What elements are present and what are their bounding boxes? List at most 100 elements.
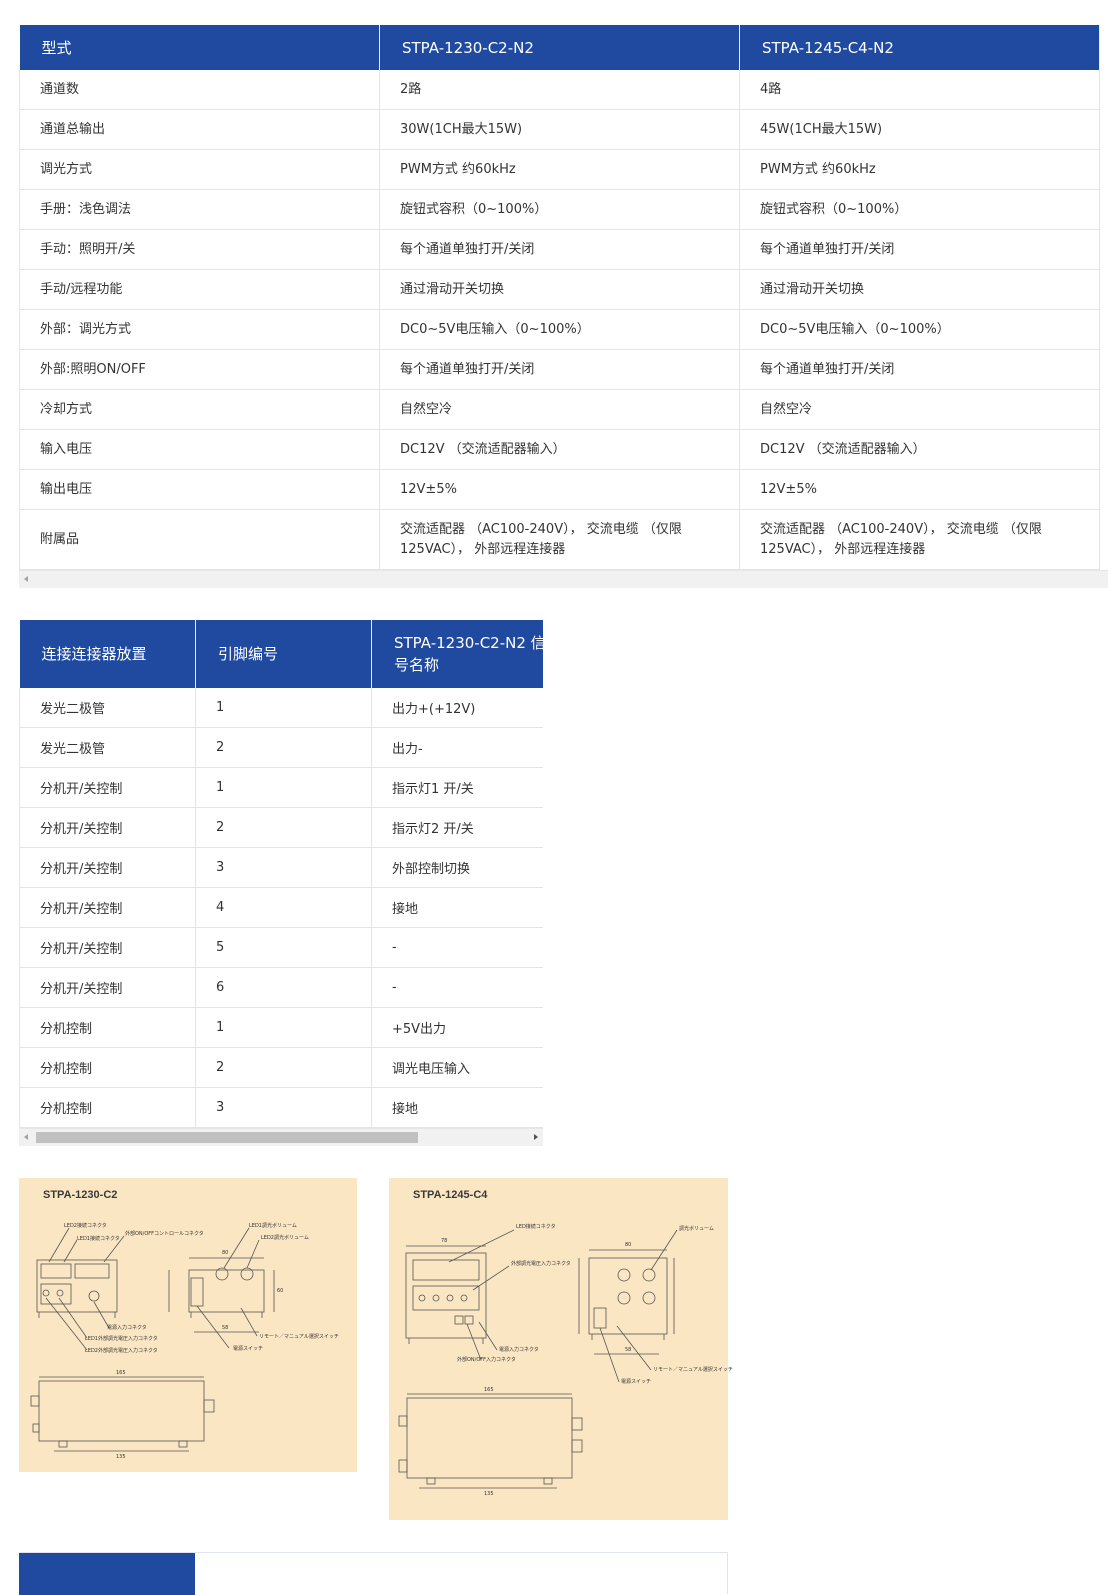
spec-cell: DC0~5V电压输入（0~100%） xyxy=(739,309,1100,350)
spec-table-row: 输出电压 12V±5% 12V±5% xyxy=(19,469,1100,510)
pin-number-cell: 1 xyxy=(195,1007,372,1048)
spec-cell: PWM方式 约60kHz xyxy=(739,149,1100,190)
spec-table-scrollbar[interactable] xyxy=(19,570,1108,588)
spec-cell: 交流适配器 （AC100-240V）， 交流电缆 （仅限125VAC）， 外部远… xyxy=(739,509,1100,570)
drawing-1245-svg xyxy=(398,1229,678,1489)
pin-table-row: 分机控制 2 调光电压输入 xyxy=(19,1047,543,1088)
scroll-left-arrow-icon[interactable] xyxy=(24,1134,28,1140)
dim-165: 165 xyxy=(116,1370,126,1376)
spec-table-row: 手动：照明开/关 每个通道单独打开/关闭 每个通道单独打开/关闭 xyxy=(19,229,1100,270)
spec-cell: 旋钮式容积（0~100%） xyxy=(379,189,740,230)
pin-table-row: 分机控制 1 +5V出力 xyxy=(19,1007,543,1048)
label-ext-onoff: 外部ON/OFF入力コネクタ xyxy=(457,1357,516,1363)
scroll-right-arrow-icon[interactable] xyxy=(534,1134,538,1140)
spec-row-label: 输出电压 xyxy=(19,469,380,510)
pin-connector-cell: 发光二极管 xyxy=(19,727,196,768)
spec-table-row: 手册：浅色调法 旋钮式容积（0~100%） 旋钮式容积（0~100%） xyxy=(19,189,1100,230)
pin-number-cell: 2 xyxy=(195,1047,372,1088)
spec-row-label: 通道总输出 xyxy=(19,109,380,150)
pin-number-cell: 3 xyxy=(195,847,372,888)
spec-row-label: 输入电压 xyxy=(19,429,380,470)
pin-table-row: 分机开/关控制 2 指示灯2 开/关 xyxy=(19,807,543,848)
label-power-sw: 電源スイッチ xyxy=(233,1346,264,1352)
pin-header-signal: STPA-1230-C2-N2 信号名称 xyxy=(371,620,543,688)
label-power-in: 電源入力コネクタ xyxy=(499,1347,539,1353)
dim-60: 60 xyxy=(277,1288,284,1294)
pin-signal-cell: 指示灯2 开/关 xyxy=(371,807,543,848)
pin-table-container: 连接连接器放置 引脚编号 STPA-1230-C2-N2 信号名称 发光二极管 1… xyxy=(19,620,543,1128)
drawing-stpa-1245-c4: STPA-1245-C4 LED接続コネクタ 調光ボリューム 外部調光電圧入力コ… xyxy=(389,1178,733,1520)
label-led1-vol: LED1調光ボリューム xyxy=(249,1223,297,1229)
spec-table-container: 型式 STPA-1230-C2-N2 STPA-1245-C4-N2 通道数 2路… xyxy=(19,25,1108,570)
spec-cell: 12V±5% xyxy=(739,469,1100,510)
pin-signal-cell: 调光电压输入 xyxy=(371,1047,543,1088)
pin-connector-cell: 发光二极管 xyxy=(19,688,196,728)
pin-connector-cell: 分机开/关控制 xyxy=(19,807,196,848)
pin-number-cell: 3 xyxy=(195,1087,372,1128)
pin-signal-cell: 出力- xyxy=(371,727,543,768)
dim-135: 135 xyxy=(116,1454,126,1460)
dim-135: 135 xyxy=(484,1491,494,1497)
scrollbar-thumb[interactable] xyxy=(36,1132,418,1143)
pin-signal-cell: - xyxy=(371,927,543,968)
pin-connector-cell: 分机开/关控制 xyxy=(19,927,196,968)
label-led1-connector: LED1接続コネクタ xyxy=(77,1236,120,1242)
label-led1-ext: LED1外部調光電圧入力コネクタ xyxy=(85,1336,158,1342)
label-led2-ext: LED2外部調光電圧入力コネクタ xyxy=(85,1348,158,1354)
front-view-box xyxy=(405,1252,487,1339)
next-table-header-cell xyxy=(19,1553,195,1595)
dim-78: 78 xyxy=(441,1238,448,1244)
spec-cell: 每个通道单独打开/关闭 xyxy=(739,229,1100,270)
dim-58: 58 xyxy=(222,1325,229,1331)
spec-cell: 旋钮式容积（0~100%） xyxy=(739,189,1100,230)
spec-header-model: 型式 xyxy=(19,25,380,70)
spec-cell: DC0~5V电压输入（0~100%） xyxy=(379,309,740,350)
spec-cell: 30W(1CH最大15W) xyxy=(379,109,740,150)
top-view-box xyxy=(406,1397,573,1479)
pin-signal-cell: 外部控制切换 xyxy=(371,847,543,888)
spec-header-c4: STPA-1245-C4-N2 xyxy=(739,25,1100,70)
drawing-stpa-1230-c2: STPA-1230-C2 LED2接続コネクタ LED1接続コネクタ 外部ON/… xyxy=(19,1178,357,1472)
spec-table-row: 通道数 2路 4路 xyxy=(19,70,1100,110)
spec-row-label: 调光方式 xyxy=(19,149,380,190)
label-vol: 調光ボリューム xyxy=(679,1226,714,1232)
pin-number-cell: 4 xyxy=(195,887,372,928)
drawing-title: STPA-1230-C2 xyxy=(43,1189,118,1201)
spec-table-header: 型式 STPA-1230-C2-N2 STPA-1245-C4-N2 xyxy=(19,25,1100,70)
spec-row-label: 外部:照明ON/OFF xyxy=(19,349,380,390)
scroll-left-arrow-icon[interactable] xyxy=(24,576,28,582)
spec-row-label: 手册：浅色调法 xyxy=(19,189,380,230)
spec-row-label: 附属品 xyxy=(19,509,380,570)
label-remote-sw: リモート／マニュアル選択スイッチ xyxy=(259,1334,339,1340)
pin-connector-cell: 分机开/关控制 xyxy=(19,767,196,808)
label-power-in: 電源入力コネクタ xyxy=(107,1325,147,1331)
pin-signal-cell: 接地 xyxy=(371,887,543,928)
label-led2-vol: LED2調光ボリューム xyxy=(261,1235,309,1241)
pin-table-row: 分机控制 3 接地 xyxy=(19,1087,543,1128)
pin-table-row: 分机开/关控制 6- xyxy=(19,967,543,1008)
spec-row-label: 通道数 xyxy=(19,70,380,110)
pin-connector-cell: 分机开/关控制 xyxy=(19,887,196,928)
pin-number-cell: 5 xyxy=(195,927,372,968)
spec-table-row: 外部:照明ON/OFF 每个通道单独打开/关闭 每个通道单独打开/关闭 xyxy=(19,349,1100,390)
pin-table-row: 分机开/关控制 4 接地 xyxy=(19,887,543,928)
spec-cell: 交流适配器 （AC100-240V）， 交流电缆 （仅限125VAC）， 外部远… xyxy=(379,509,740,570)
label-led2-connector: LED2接続コネクタ xyxy=(64,1223,107,1229)
pin-connector-cell: 分机开/关控制 xyxy=(19,967,196,1008)
label-led-connector: LED接続コネクタ xyxy=(516,1224,556,1230)
dim-58: 58 xyxy=(625,1347,632,1353)
spec-row-label: 外部：调光方式 xyxy=(19,309,380,350)
pin-connector-cell: 分机控制 xyxy=(19,1047,196,1088)
pin-number-cell: 1 xyxy=(195,767,372,808)
dim-80: 80 xyxy=(222,1250,229,1256)
pin-number-cell: 1 xyxy=(195,688,372,728)
spec-cell: 自然空冷 xyxy=(379,389,740,430)
spec-row-label: 冷却方式 xyxy=(19,389,380,430)
pin-table-row: 发光二极管 1 出力+(+12V) xyxy=(19,688,543,728)
pin-table-row: 分机开/关控制 5- xyxy=(19,927,543,968)
spec-header-c2: STPA-1230-C2-N2 xyxy=(379,25,740,70)
pin-table-row: 分机开/关控制 3 外部控制切换 xyxy=(19,847,543,888)
pin-signal-cell: 指示灯1 开/关 xyxy=(371,767,543,808)
spec-table-row: 调光方式 PWM方式 约60kHz PWM方式 约60kHz xyxy=(19,149,1100,190)
pin-table-scrollbar[interactable] xyxy=(19,1128,543,1146)
